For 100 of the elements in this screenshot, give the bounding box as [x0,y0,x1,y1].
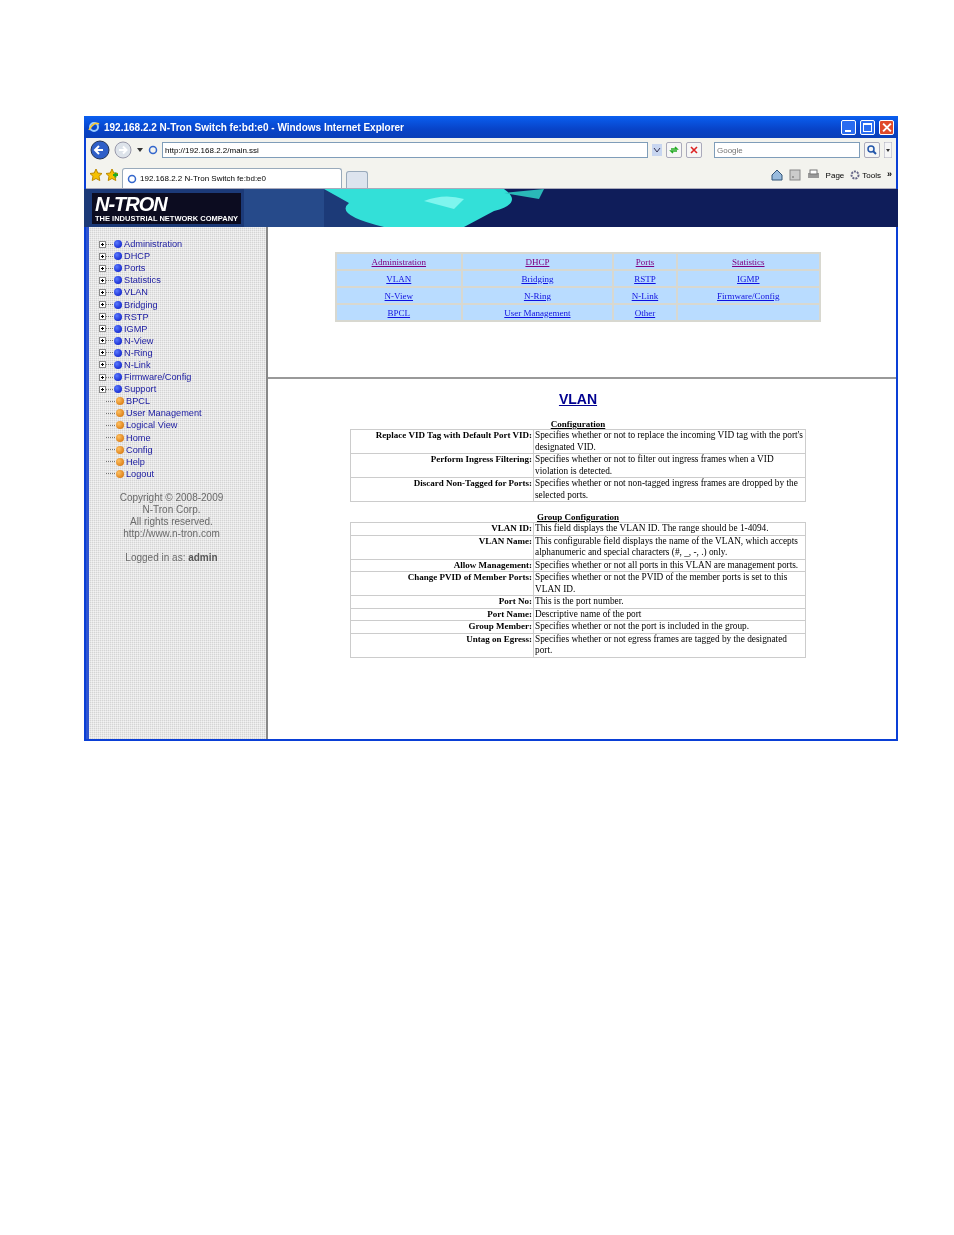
description-cell: This field displays the VLAN ID. The range should be 1-4094. [533,522,806,535]
dropdown-arrow-icon[interactable] [652,144,662,156]
section-heading: Group Configuration [535,512,621,522]
refresh-button[interactable] [666,142,682,158]
expand-icon[interactable] [99,373,106,381]
more-button[interactable]: » [887,169,892,179]
expand-icon[interactable] [99,301,106,308]
description-cell: Specifies whether or not the port is included in the group. [533,620,806,633]
nav-link[interactable]: BPCL [387,307,411,318]
nav-link[interactable]: Statistics [124,275,161,286]
nav-link[interactable]: N-Ring [523,290,551,301]
copyright-text: http://www.n-tron.com [122,527,221,540]
print-icon[interactable] [806,169,820,181]
nav-link[interactable]: Statistics [732,256,765,267]
nav-link[interactable]: Config [126,444,153,455]
minimize-button[interactable] [841,119,856,135]
bullet-icon [114,324,122,333]
nav-link[interactable]: VLAN [386,273,412,284]
nav-link[interactable]: DHCP [525,256,550,267]
term-cell: Discard Non-Tagged for Ports: [350,477,534,502]
dropdown-arrow-icon[interactable] [884,142,892,158]
nav-link[interactable]: IGMP [737,273,760,284]
expand-icon[interactable] [99,252,106,260]
nav-link[interactable]: N-Ring [124,347,153,358]
nav-link[interactable]: Help [126,456,145,467]
bullet-icon [114,373,122,382]
stop-button[interactable] [686,142,702,158]
bullet-icon [114,336,122,345]
nav-link[interactable]: Support [124,384,157,395]
bullet-icon [116,397,124,406]
close-icon [689,145,699,155]
page-title: VLAN [558,391,598,407]
address-field[interactable]: http://192.168.2.2/main.ssi [162,142,648,158]
nav-link[interactable]: IGMP [124,323,148,334]
nav-link[interactable]: User Management [126,408,202,419]
expand-icon[interactable] [99,264,106,272]
nav-link[interactable]: Bridging [521,273,554,284]
page-menu-button[interactable]: Page [825,170,845,180]
maximize-button[interactable] [860,119,875,135]
bullet-icon [114,276,122,285]
description-cell: Specifies whether or not all ports in this VLAN are management ports. [533,559,806,572]
feed-icon[interactable] [788,169,801,181]
description-cell: This is the port number. [533,595,806,608]
copyright-text: All rights reserved. [129,515,214,528]
back-button[interactable] [90,140,110,160]
star-icon[interactable] [90,169,102,181]
nav-link[interactable]: BPCL [126,396,150,407]
nav-link[interactable]: Ports [124,263,146,274]
add-favorite-icon[interactable] [106,169,118,181]
term-cell: Port No: [350,595,534,608]
search-field[interactable]: Google [714,142,860,158]
expand-icon[interactable] [99,385,106,393]
expand-icon[interactable] [99,240,106,248]
nav-link[interactable]: Logical View [126,420,178,431]
bullet-icon [114,348,122,357]
ie-logo-icon [88,121,100,133]
term-cell: Change PVID of Member Ports: [350,571,534,596]
expand-icon[interactable] [99,288,106,296]
description-cell: Descriptive name of the port [533,608,806,621]
expand-icon[interactable] [99,325,106,333]
dropdown-arrow-icon[interactable] [136,146,144,154]
nav-link[interactable]: Bridging [124,299,158,310]
term-cell: Allow Management: [350,559,534,572]
nav-link[interactable]: DHCP [124,251,151,262]
expand-icon[interactable] [99,361,106,369]
term-cell: VLAN ID: [350,522,534,535]
nav-link[interactable]: VLAN [124,287,148,298]
tools-menu-button[interactable]: Tools [850,170,881,180]
nav-link[interactable]: N-Link [124,360,151,370]
nav-link[interactable]: N-View [124,335,154,346]
bullet-icon [114,312,122,321]
nav-link[interactable]: Logout [126,468,155,479]
bullet-icon [114,300,122,309]
expand-icon[interactable] [99,313,106,321]
window-title: 192.168.2.2 N-Tron Switch fe:bd:e0 - Windows Internet Explorer [104,121,405,133]
nav-link[interactable]: N-View [384,290,413,301]
copyright-text: N-Tron Corp. [141,503,202,516]
expand-icon[interactable] [99,349,106,357]
search-button[interactable] [864,142,880,158]
page-icon [127,173,137,184]
description-cell: Specifies whether or not egress frames are tagged by the designated port. [533,633,806,657]
browser-tab[interactable]: 192.168.2.2 N-Tron Switch fe:bd:e0 [122,168,342,188]
nav-link[interactable]: Administration [124,239,183,250]
bullet-icon [114,288,122,297]
copyright-text: Copyright © 2008-2009 [118,491,225,504]
login-status: Logged in as: admin [124,551,219,564]
nav-link[interactable]: Home [126,432,151,443]
close-button[interactable] [879,119,894,135]
expand-icon[interactable] [99,337,106,345]
description-cell: Specifies whether or not to replace the incoming VID tag with the port's designated VID. [533,429,806,454]
bullet-icon [116,433,124,442]
bullet-icon [114,240,122,249]
home-icon[interactable] [770,169,783,181]
term-cell: VLAN Name: [350,535,534,559]
description-cell: Specifies whether or not to filter out ingress frames when a VID violation is detected. [533,453,806,478]
nav-link[interactable]: RSTP [124,311,149,322]
gear-icon [850,170,861,180]
expand-icon[interactable] [99,276,106,284]
nav-link[interactable]: Firmware/Config [124,372,192,383]
bullet-icon [114,385,122,394]
